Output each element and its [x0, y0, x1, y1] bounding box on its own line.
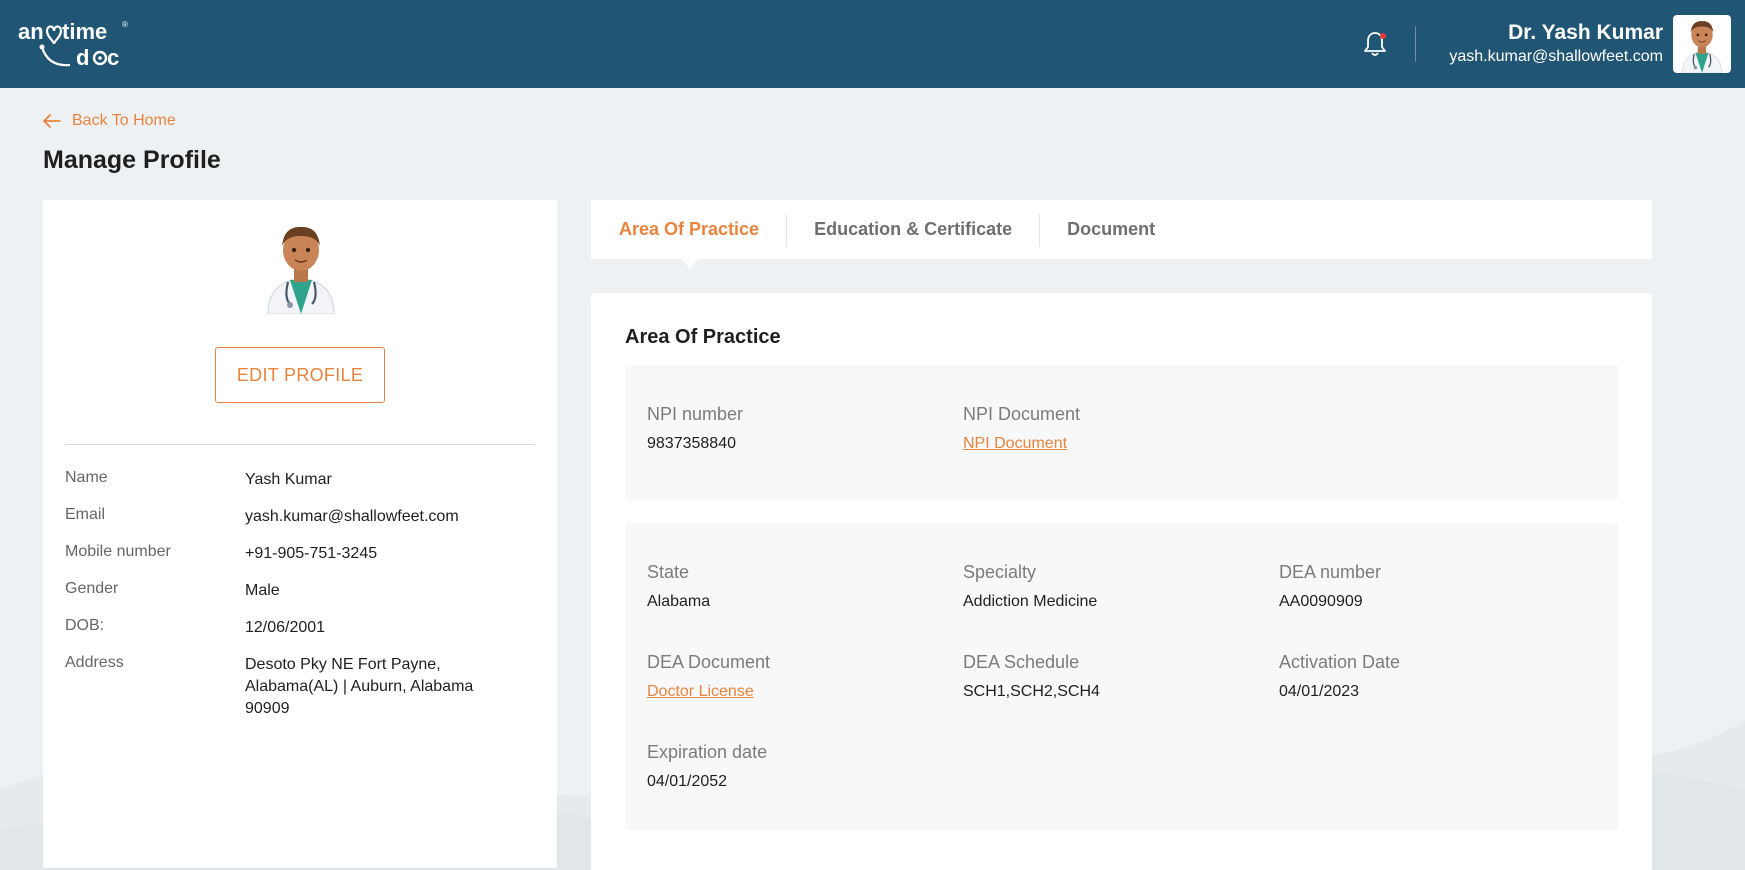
anytime-doc-logo[interactable]: an time ® d c	[18, 14, 130, 74]
profile-row-name: Name Yash Kumar	[65, 469, 515, 491]
profile-row-gender: Gender Male	[65, 580, 515, 602]
field-value: Alabama	[647, 593, 711, 610]
user-info[interactable]: Dr. Yash Kumar yash.kumar@shallowfeet.co…	[1449, 20, 1663, 68]
profile-row-dob: DOB: 12/06/2001	[65, 617, 515, 639]
tab-divider	[786, 213, 788, 246]
profile-value: yash.kumar@shallowfeet.com	[245, 508, 459, 525]
field-value: SCH1,SCH2,SCH4	[963, 683, 1100, 700]
section-title: Area Of Practice	[625, 326, 781, 348]
notification-bell-icon[interactable]	[1360, 29, 1390, 59]
specialty-field: Specialty Addiction Medicine	[963, 561, 1097, 612]
dea-info-box: State Alabama Specialty Addiction Medici…	[625, 523, 1618, 830]
field-value: 9837358840	[647, 435, 736, 452]
active-tab-indicator	[682, 259, 698, 269]
state-field: State Alabama	[647, 561, 710, 612]
field-label: DEA number	[1279, 562, 1382, 582]
field-value: 04/01/2023	[1279, 683, 1360, 700]
profile-label: Mobile number	[65, 543, 171, 560]
npi-number-field: NPI number 9837358840	[647, 403, 743, 454]
profile-divider	[65, 444, 535, 445]
doctor-avatar-icon	[1682, 21, 1722, 73]
npi-info-box: NPI number 9837358840 NPI Document NPI D…	[625, 365, 1618, 500]
svg-text:an: an	[18, 19, 44, 44]
profile-value: Desoto Pky NE Fort Payne, Alabama(AL) | …	[245, 656, 474, 717]
profile-value: Yash Kumar	[245, 471, 332, 488]
dea-document-field: DEA Document Doctor License	[647, 651, 770, 702]
doctor-license-link[interactable]: Doctor License	[647, 682, 754, 702]
page-title: Manage Profile	[43, 146, 221, 174]
profile-label: Gender	[65, 580, 119, 597]
dea-number-field: DEA number AA0090909	[1279, 561, 1381, 612]
field-label: Activation Date	[1279, 652, 1401, 672]
profile-avatar	[260, 220, 342, 315]
profile-row-mobile: Mobile number +91-905-751-3245	[65, 543, 515, 565]
svg-text:®: ®	[122, 20, 128, 29]
back-to-home-link[interactable]: Back To Home	[42, 112, 176, 130]
field-label: NPI number	[647, 404, 744, 424]
profile-card: EDIT PROFILE Name Yash Kumar Email yash.…	[43, 200, 557, 868]
field-label: Specialty	[963, 562, 1037, 582]
field-label: Expiration date	[647, 742, 768, 762]
profile-label: Address	[65, 654, 124, 671]
profile-value: +91-905-751-3245	[245, 545, 378, 562]
field-value: 04/01/2052	[647, 773, 728, 790]
arrow-left-icon	[43, 114, 61, 128]
user-email: yash.kumar@shallowfeet.com	[1449, 48, 1663, 65]
top-navigation-bar: an time ® d c Dr. Yash Kumar yash.kumar@…	[0, 0, 1745, 88]
npi-document-link[interactable]: NPI Document	[963, 434, 1067, 454]
profile-label: DOB:	[65, 617, 105, 634]
user-avatar[interactable]	[1673, 15, 1731, 73]
field-label: DEA Document	[647, 652, 771, 672]
field-value: Addiction Medicine	[963, 593, 1098, 610]
profile-row-email: Email yash.kumar@shallowfeet.com	[65, 506, 515, 528]
logo-graphic: an time ® d c	[18, 19, 128, 70]
dea-schedule-field: DEA Schedule SCH1,SCH2,SCH4	[963, 651, 1100, 702]
profile-label: Name	[65, 469, 108, 486]
svg-text:c: c	[107, 45, 119, 70]
npi-document-field: NPI Document NPI Document	[963, 403, 1080, 454]
area-of-practice-panel: Area Of Practice NPI number 9837358840 N…	[591, 293, 1652, 870]
tab-divider	[1039, 213, 1041, 246]
profile-label: Email	[65, 506, 106, 523]
tab-education-certificate[interactable]: Education & Certificate	[814, 219, 1012, 240]
field-value: AA0090909	[1279, 593, 1363, 610]
activation-date-field: Activation Date 04/01/2023	[1279, 651, 1400, 702]
doctor-avatar-icon	[267, 226, 335, 315]
profile-value: 12/06/2001	[245, 619, 326, 636]
field-label: NPI Document	[963, 404, 1081, 424]
user-name: Dr. Yash Kumar	[1508, 21, 1663, 44]
field-label: DEA Schedule	[963, 652, 1080, 672]
tab-area-of-practice[interactable]: Area Of Practice	[619, 219, 759, 240]
back-to-home-label: Back To Home	[72, 112, 176, 129]
edit-profile-button[interactable]: EDIT PROFILE	[215, 347, 385, 403]
svg-text:d: d	[76, 45, 89, 70]
field-label: State	[647, 562, 690, 582]
profile-value: Male	[245, 582, 280, 599]
expiration-date-field: Expiration date 04/01/2052	[647, 741, 767, 792]
profile-tabs: Area Of Practice Education & Certificate…	[591, 200, 1652, 259]
profile-row-address: Address Desoto Pky NE Fort Payne, Alabam…	[65, 654, 515, 720]
svg-text:time: time	[62, 19, 107, 44]
tab-document[interactable]: Document	[1067, 219, 1155, 240]
header-divider	[1415, 26, 1417, 62]
